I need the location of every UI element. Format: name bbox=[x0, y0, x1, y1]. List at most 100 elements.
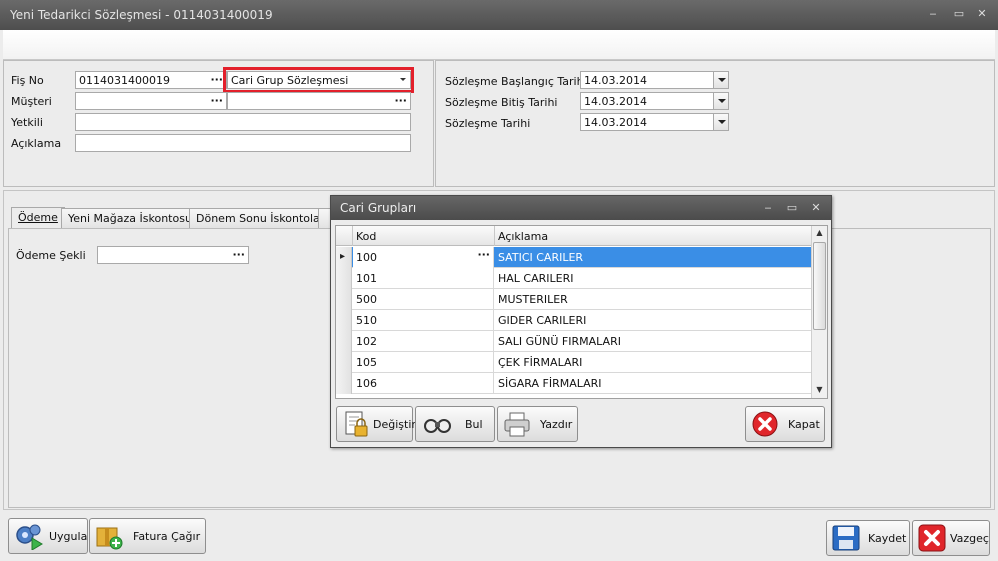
cell-kod[interactable]: 500 bbox=[353, 289, 494, 310]
gears-apply-icon bbox=[16, 524, 43, 550]
tarih-label: Sözleşme Tarihi bbox=[445, 117, 531, 130]
cell-kod[interactable]: 105 bbox=[353, 352, 494, 373]
window-title-bar: Yeni Tedarikci Sözleşmesi - 011403140001… bbox=[0, 0, 998, 30]
ellipsis-icon[interactable]: ··· bbox=[394, 94, 407, 107]
cell-kod[interactable]: 100 ··· bbox=[353, 247, 494, 268]
dialog-title: Cari Grupları bbox=[340, 201, 417, 215]
kaydet-button[interactable]: Kaydet bbox=[826, 520, 910, 556]
table-row[interactable]: ▸ 100 ··· SATICI CARILER bbox=[336, 247, 811, 268]
highlight-box bbox=[223, 67, 414, 93]
cell-aciklama[interactable]: HAL CARILERI bbox=[495, 268, 811, 289]
musteri-field[interactable]: ··· bbox=[75, 92, 227, 110]
fatura-cagir-label: Fatura Çağır bbox=[133, 530, 201, 543]
edit-lock-icon bbox=[345, 411, 368, 437]
bitis-date-picker[interactable]: 14.03.2014 bbox=[580, 92, 729, 110]
window-title: Yeni Tedarikci Sözleşmesi - 011403140001… bbox=[10, 8, 273, 22]
grid-vertical-scrollbar[interactable]: ▲ ▼ bbox=[811, 226, 827, 398]
kaydet-label: Kaydet bbox=[868, 532, 907, 545]
binoculars-icon bbox=[424, 419, 451, 433]
tab-odeme-label: Ödeme bbox=[18, 211, 58, 224]
musteri-name-field[interactable]: ··· bbox=[227, 92, 411, 110]
uygula-label: Uygula bbox=[49, 530, 88, 543]
cell-aciklama[interactable]: MUSTERILER bbox=[495, 289, 811, 310]
close-icon[interactable]: ✕ bbox=[809, 201, 823, 215]
row-indicator bbox=[336, 352, 352, 373]
tab-donem-sonu-label: Dönem Sonu İskontoları bbox=[196, 212, 328, 225]
printer-icon bbox=[504, 412, 530, 437]
maximize-icon[interactable]: ▭ bbox=[952, 7, 966, 21]
chevron-down-icon[interactable] bbox=[713, 93, 728, 109]
cell-kod-value: 100 bbox=[356, 251, 377, 264]
fis-no-value: 0114031400019 bbox=[79, 74, 170, 87]
tab-donem-sonu-iskontolari[interactable]: Dönem Sonu İskontoları bbox=[189, 208, 335, 228]
kapat-button[interactable]: Kapat bbox=[745, 406, 825, 442]
cell-aciklama[interactable]: SİGARA FİRMALARI bbox=[495, 373, 811, 394]
table-row[interactable]: 102 SALI GÜNÜ FIRMALARI bbox=[336, 331, 811, 352]
cell-kod[interactable]: 106 bbox=[353, 373, 494, 394]
ellipsis-icon[interactable]: ··· bbox=[232, 248, 245, 261]
ellipsis-icon[interactable]: ··· bbox=[210, 73, 223, 86]
chevron-down-icon[interactable] bbox=[713, 114, 728, 130]
grid-header: Kod Açıklama bbox=[336, 226, 811, 246]
yazdir-button[interactable]: Yazdır bbox=[497, 406, 578, 442]
degistir-label: Değiştir bbox=[373, 418, 416, 431]
degistir-button[interactable]: Değiştir bbox=[336, 406, 416, 442]
bul-label: Bul bbox=[465, 418, 483, 431]
close-circle-icon bbox=[752, 411, 778, 437]
baslangic-date-picker[interactable]: 14.03.2014 bbox=[580, 71, 729, 89]
row-indicator bbox=[336, 373, 352, 394]
yetkili-label: Yetkili bbox=[11, 116, 43, 129]
cari-gruplari-grid[interactable]: Kod Açıklama ▸ 100 ··· SATICI CARILER 10… bbox=[335, 225, 828, 399]
row-indicator bbox=[336, 331, 352, 352]
cell-aciklama[interactable]: GIDER CARILERI bbox=[495, 310, 811, 331]
cell-aciklama[interactable]: SATICI CARILER bbox=[495, 247, 811, 268]
row-indicator bbox=[336, 289, 352, 310]
scroll-up-icon[interactable]: ▲ bbox=[812, 226, 827, 240]
minimize-icon[interactable]: ‒ bbox=[761, 201, 775, 215]
scroll-down-icon[interactable]: ▼ bbox=[812, 383, 827, 397]
baslangic-value: 14.03.2014 bbox=[584, 74, 647, 87]
table-row[interactable]: 510 GIDER CARILERI bbox=[336, 310, 811, 331]
fis-no-field[interactable]: 0114031400019 ··· bbox=[75, 71, 227, 89]
column-header-kod[interactable]: Kod bbox=[353, 226, 495, 246]
cell-aciklama[interactable]: SALI GÜNÜ FIRMALARI bbox=[495, 331, 811, 352]
table-row[interactable]: 101 HAL CARILERI bbox=[336, 268, 811, 289]
chevron-down-icon[interactable] bbox=[713, 72, 728, 88]
row-pointer-icon: ▸ bbox=[340, 251, 346, 262]
musteri-label: Müşteri bbox=[11, 95, 52, 108]
row-indicator bbox=[336, 310, 352, 331]
tab-odeme[interactable]: Ödeme bbox=[11, 207, 65, 229]
grid-corner bbox=[336, 226, 353, 246]
table-row[interactable]: 500 MUSTERILER bbox=[336, 289, 811, 310]
aciklama-label: Açıklama bbox=[11, 137, 62, 150]
vazgec-button[interactable]: Vazgeç bbox=[912, 520, 990, 556]
uygula-button[interactable]: Uygula bbox=[8, 518, 88, 554]
cell-aciklama[interactable]: ÇEK FİRMALARI bbox=[495, 352, 811, 373]
scroll-thumb[interactable] bbox=[813, 242, 826, 330]
bitis-label: Sözleşme Bitiş Tarihi bbox=[445, 96, 558, 109]
ellipsis-icon[interactable]: ··· bbox=[477, 248, 490, 261]
table-row[interactable]: 105 ÇEK FİRMALARI bbox=[336, 352, 811, 373]
baslangic-label: Sözleşme Başlangıç Tarihi bbox=[445, 75, 587, 88]
minimize-icon[interactable]: ‒ bbox=[926, 7, 940, 21]
maximize-icon[interactable]: ▭ bbox=[785, 201, 799, 215]
table-row[interactable]: 106 SİGARA FİRMALARI bbox=[336, 373, 811, 394]
cell-kod[interactable]: 102 bbox=[353, 331, 494, 352]
tarih-date-picker[interactable]: 14.03.2014 bbox=[580, 113, 729, 131]
fis-no-label: Fiş No bbox=[11, 74, 44, 87]
column-header-aciklama[interactable]: Açıklama bbox=[495, 226, 811, 246]
tab-yeni-magaza-iskontosu[interactable]: Yeni Mağaza İskontosu bbox=[61, 208, 199, 228]
bul-button[interactable]: Bul bbox=[415, 406, 495, 442]
cell-kod[interactable]: 510 bbox=[353, 310, 494, 331]
odeme-sekli-field[interactable]: ··· bbox=[97, 246, 249, 264]
cell-kod[interactable]: 101 bbox=[353, 268, 494, 289]
close-icon[interactable]: ✕ bbox=[975, 7, 989, 21]
aciklama-field[interactable] bbox=[75, 134, 411, 152]
yetkili-field[interactable] bbox=[75, 113, 411, 131]
cancel-icon bbox=[918, 524, 946, 552]
tab-yeni-magaza-label: Yeni Mağaza İskontosu bbox=[68, 212, 192, 225]
vazgec-label: Vazgeç bbox=[950, 532, 989, 545]
fatura-cagir-button[interactable]: Fatura Çağır bbox=[89, 518, 206, 554]
ellipsis-icon[interactable]: ··· bbox=[210, 94, 223, 107]
cari-gruplari-dialog: Cari Grupları ‒ ▭ ✕ Kod Açıklama ▸ 100 ·… bbox=[330, 195, 832, 448]
